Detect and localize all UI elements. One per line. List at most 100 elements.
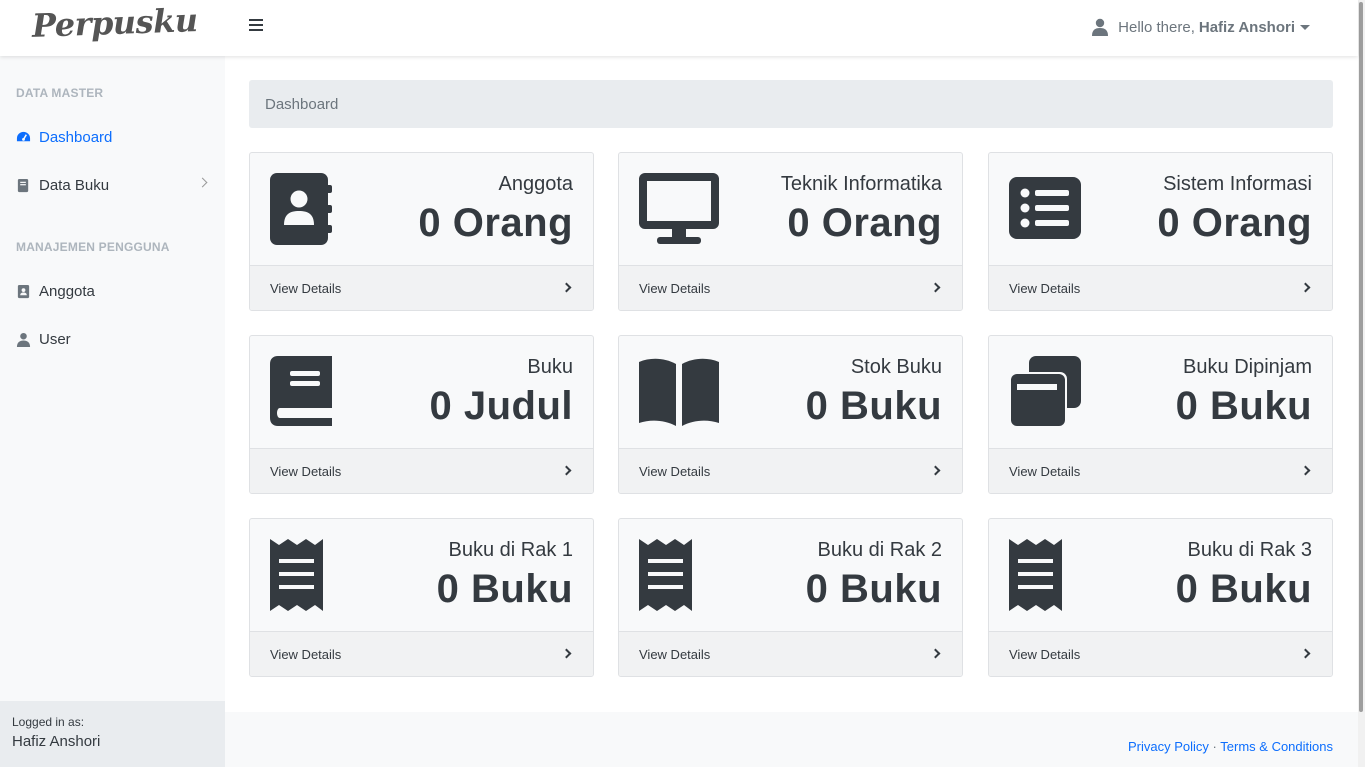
- view-details-label: View Details: [1009, 464, 1081, 479]
- brand-logo[interactable]: Perpusku: [31, 1, 198, 45]
- card-value: 0 Judul: [429, 384, 573, 428]
- caret-down-icon: [1300, 24, 1310, 30]
- card-body: Anggota 0 Orang: [250, 153, 593, 267]
- user-icon: [1092, 18, 1109, 36]
- list-icon: [1009, 177, 1081, 239]
- stat-card-buku-di-rak-1: Buku di Rak 1 0 Buku View Details: [249, 518, 594, 677]
- desktop-icon: [639, 173, 719, 244]
- view-details-link[interactable]: View Details: [619, 265, 962, 310]
- chevron-right-icon: [197, 177, 208, 188]
- card-value: 0 Orang: [418, 201, 573, 245]
- receipt-icon: [639, 539, 692, 611]
- stat-card-anggota: Anggota 0 Orang View Details: [249, 152, 594, 311]
- user-icon: [16, 332, 31, 347]
- address-book-icon: [270, 173, 332, 245]
- card-title: Buku di Rak 1: [448, 539, 573, 561]
- section-heading-data-master: DATA MASTER: [16, 86, 104, 100]
- stat-card-buku-di-rak-3: Buku di Rak 3 0 Buku View Details: [988, 518, 1333, 677]
- sidebar-item-data-buku[interactable]: Data Buku: [16, 177, 216, 194]
- stat-card-teknik-informatika: Teknik Informatika 0 Orang View Details: [618, 152, 963, 311]
- view-details-label: View Details: [639, 464, 711, 479]
- sidebar-footer: Logged in as: Hafiz Anshori: [0, 701, 225, 767]
- user-dropdown[interactable]: Hello there, Hafiz Anshori: [1092, 18, 1310, 36]
- sidebar-item-dashboard[interactable]: Dashboard: [16, 129, 216, 146]
- book-icon: [270, 356, 332, 426]
- book-open-icon: [639, 358, 719, 426]
- view-details-link[interactable]: View Details: [989, 448, 1332, 493]
- privacy-policy-link[interactable]: Privacy Policy: [1128, 739, 1209, 754]
- chevron-right-icon: [1300, 465, 1311, 476]
- stat-card-sistem-informasi: Sistem Informasi 0 Orang View Details: [988, 152, 1333, 311]
- card-title: Sistem Informasi: [1163, 173, 1312, 195]
- scrollbar[interactable]: [1358, 0, 1365, 767]
- greeting-text: Hello there,: [1118, 18, 1195, 36]
- contact-icon: [17, 284, 30, 299]
- card-title: Buku Dipinjam: [1183, 356, 1312, 378]
- card-value: 0 Buku: [1175, 384, 1312, 428]
- section-heading-manajemen-pengguna: MANAJEMEN PENGGUNA: [16, 240, 170, 254]
- view-details-label: View Details: [639, 647, 711, 662]
- card-body: Buku Dipinjam 0 Buku: [989, 336, 1332, 450]
- sidebar-item-label: Anggota: [39, 283, 95, 300]
- view-details-link[interactable]: View Details: [250, 265, 593, 310]
- card-body: Buku di Rak 1 0 Buku: [250, 519, 593, 633]
- view-details-link[interactable]: View Details: [989, 631, 1332, 676]
- tachometer-icon: [16, 131, 31, 142]
- card-title: Stok Buku: [850, 356, 942, 378]
- view-details-link[interactable]: View Details: [989, 265, 1332, 310]
- logged-in-user: Hafiz Anshori: [12, 733, 101, 750]
- footer-separator: ·: [1212, 739, 1217, 754]
- scrollbar-thumb[interactable]: [1359, 2, 1363, 712]
- view-details-label: View Details: [1009, 647, 1081, 662]
- card-body: Sistem Informasi 0 Orang: [989, 153, 1332, 267]
- card-body: Stok Buku 0 Buku: [619, 336, 962, 450]
- card-body: Teknik Informatika 0 Orang: [619, 153, 962, 267]
- footer-links: Privacy Policy · Terms & Conditions: [1128, 739, 1333, 754]
- card-value: 0 Buku: [805, 567, 942, 611]
- receipt-icon: [1009, 539, 1062, 611]
- sidebar-item-label: Dashboard: [39, 129, 113, 146]
- card-title: Buku di Rak 3: [1187, 539, 1312, 561]
- logged-in-label: Logged in as:: [12, 715, 85, 729]
- sidebar-item-label: User: [39, 331, 71, 348]
- view-details-link[interactable]: View Details: [619, 448, 962, 493]
- view-details-label: View Details: [270, 464, 342, 479]
- card-value: 0 Orang: [1157, 201, 1312, 245]
- card-value: 0 Buku: [805, 384, 942, 428]
- sidebar-toggle-button[interactable]: [249, 19, 263, 33]
- sidebar-item-user[interactable]: User: [16, 331, 216, 348]
- receipt-icon: [270, 539, 323, 611]
- main-content: Dashboard Anggota 0 Orang View Details T…: [225, 56, 1358, 712]
- stat-card-buku: Buku 0 Judul View Details: [249, 335, 594, 494]
- user-name: Hafiz Anshori: [1198, 18, 1295, 36]
- card-body: Buku 0 Judul: [250, 336, 593, 450]
- view-details-link[interactable]: View Details: [619, 631, 962, 676]
- book-icon: [17, 178, 29, 193]
- clone-icon: [1009, 356, 1081, 428]
- card-body: Buku di Rak 3 0 Buku: [989, 519, 1332, 633]
- card-title: Teknik Informatika: [780, 173, 942, 195]
- card-title: Anggota: [498, 173, 573, 195]
- card-value: 0 Buku: [1175, 567, 1312, 611]
- sidebar-item-label: Data Buku: [39, 177, 110, 194]
- card-value: 0 Buku: [436, 567, 573, 611]
- breadcrumb: Dashboard: [249, 80, 1333, 128]
- chevron-right-icon: [561, 648, 572, 659]
- chevron-right-icon: [561, 282, 572, 293]
- stat-card-stok-buku: Stok Buku 0 Buku View Details: [618, 335, 963, 494]
- page-footer: Privacy Policy · Terms & Conditions: [225, 712, 1358, 767]
- view-details-link[interactable]: View Details: [250, 631, 593, 676]
- chevron-right-icon: [930, 465, 941, 476]
- stat-card-buku-di-rak-2: Buku di Rak 2 0 Buku View Details: [618, 518, 963, 677]
- view-details-link[interactable]: View Details: [250, 448, 593, 493]
- sidebar: DATA MASTER Dashboard Data Buku MANAJEME…: [0, 56, 225, 767]
- menu-line: [249, 19, 263, 21]
- menu-line: [249, 24, 263, 26]
- terms-conditions-link[interactable]: Terms & Conditions: [1220, 739, 1333, 754]
- chevron-right-icon: [1300, 282, 1311, 293]
- view-details-label: View Details: [270, 281, 342, 296]
- chevron-right-icon: [561, 465, 572, 476]
- sidebar-item-anggota[interactable]: Anggota: [16, 283, 216, 300]
- menu-line: [249, 29, 263, 31]
- stat-card-buku-dipinjam: Buku Dipinjam 0 Buku View Details: [988, 335, 1333, 494]
